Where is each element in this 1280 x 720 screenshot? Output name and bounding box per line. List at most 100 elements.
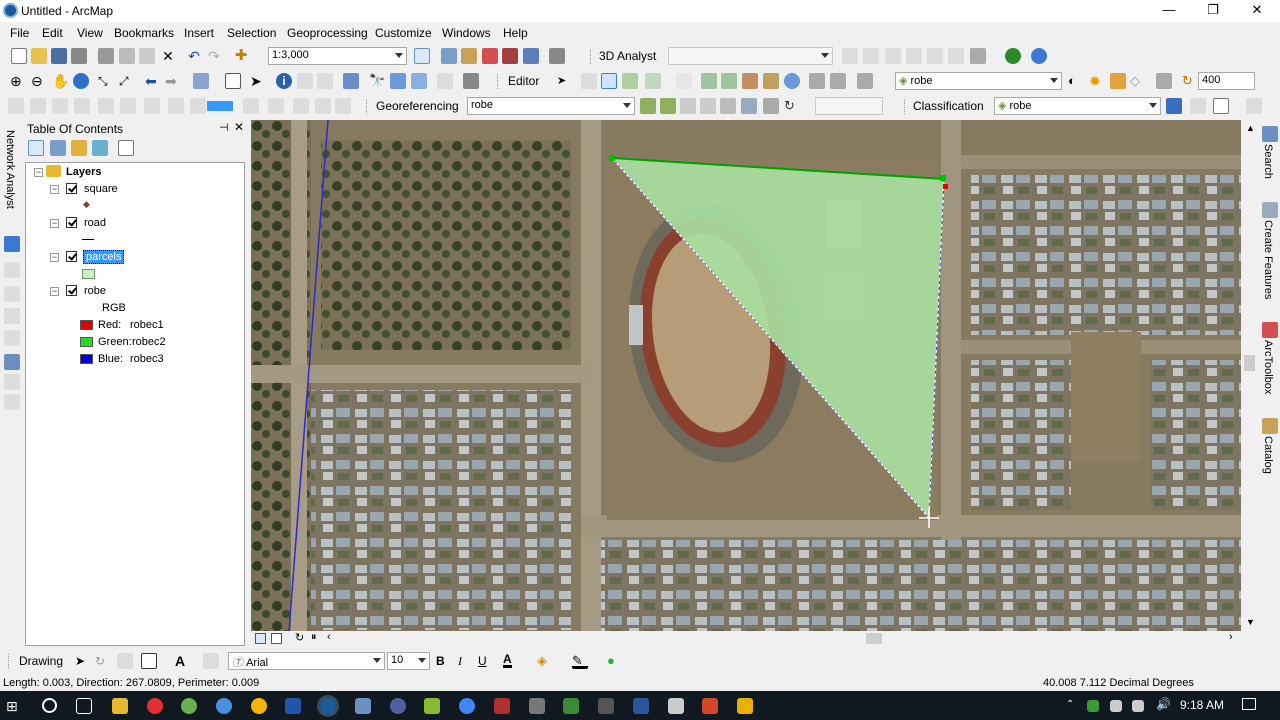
layer-parcels-selected[interactable]: parcels	[83, 250, 125, 264]
network-color-swatch[interactable]	[207, 101, 233, 111]
rotate-raster-icon[interactable]	[660, 98, 676, 114]
app-icon-7[interactable]	[390, 698, 406, 714]
scale-raster-icon[interactable]	[700, 98, 716, 114]
editor-menu-label[interactable]: Editor	[508, 74, 539, 88]
menu-file[interactable]: File	[10, 26, 29, 40]
horizontal-scroll-thumb[interactable]	[866, 633, 882, 644]
map-vertical-scrollbar[interactable]: ▲ ▼	[1242, 120, 1258, 631]
open-folder-icon[interactable]	[31, 48, 47, 64]
go-to-xy-icon[interactable]	[411, 73, 427, 89]
toolbar-options-icon[interactable]	[549, 48, 565, 64]
model-builder-icon[interactable]	[523, 48, 539, 64]
app-icon-14[interactable]	[668, 698, 684, 714]
search-circle-icon[interactable]	[42, 698, 57, 713]
layer-visibility-checkbox[interactable]	[66, 217, 77, 228]
mosaic-icon[interactable]	[8, 98, 24, 114]
classification-layer-dropdown[interactable]: ◈ robe	[994, 97, 1161, 115]
straight-segment-icon[interactable]	[601, 73, 617, 89]
select-elements-icon[interactable]: ➤	[250, 73, 266, 89]
rotation-field[interactable]	[815, 97, 883, 115]
close-button[interactable]: ✕	[1234, 0, 1280, 22]
create-features-icon[interactable]	[857, 73, 873, 89]
sketch-properties-icon[interactable]	[830, 73, 846, 89]
edit-annotation-icon[interactable]	[581, 73, 597, 89]
chrome-icon[interactable]	[251, 698, 267, 714]
app-icon-green[interactable]	[181, 698, 197, 714]
create-features-tab-icon[interactable]	[1262, 202, 1278, 218]
measure-icon[interactable]	[343, 73, 359, 89]
fill-color-icon[interactable]: ◈	[537, 653, 553, 669]
3d-analyst-label[interactable]: 3D Analyst	[599, 49, 656, 63]
layer-visibility-checkbox[interactable]	[66, 285, 77, 296]
classification-label[interactable]: Classification	[913, 99, 984, 113]
menu-help[interactable]: Help	[503, 26, 528, 40]
collapse-icon[interactable]: −	[50, 219, 59, 228]
line-of-sight-icon[interactable]	[885, 48, 901, 64]
reshape-feature-icon[interactable]	[721, 73, 737, 89]
map-view[interactable]	[251, 120, 1241, 631]
list-by-source-icon[interactable]	[50, 140, 66, 156]
effects-icon[interactable]	[1156, 73, 1172, 89]
search-tab-icon[interactable]	[1262, 126, 1278, 142]
zoom-tool-disabled-icon[interactable]	[74, 98, 90, 114]
contrast-icon[interactable]: ◐	[1068, 73, 1084, 89]
dock-tool-2-icon[interactable]	[4, 286, 20, 302]
network-flag-icon[interactable]	[120, 98, 136, 114]
tray-chevron-icon[interactable]: ⌃	[1066, 699, 1074, 710]
toc-close-icon[interactable]: ✕	[234, 120, 244, 134]
toolbar-grip[interactable]	[904, 99, 907, 114]
menu-selection[interactable]: Selection	[227, 26, 276, 40]
edit-vertices-icon[interactable]	[701, 73, 717, 89]
zoom-out-icon[interactable]: ⊖	[31, 73, 47, 89]
print-icon[interactable]	[71, 48, 87, 64]
catalog-tab[interactable]: Catalog	[1262, 436, 1274, 474]
go-back-icon[interactable]: ⬅	[145, 73, 161, 89]
scroll-right-icon[interactable]: ›	[1229, 631, 1233, 643]
profile-graph-icon[interactable]	[970, 48, 986, 64]
create-signature-icon[interactable]	[1213, 98, 1229, 114]
arctoolbox-tab[interactable]: ArcToolbox	[1262, 340, 1274, 394]
pan-tool-disabled-icon[interactable]	[52, 98, 68, 114]
collapse-icon[interactable]: −	[50, 185, 59, 194]
chrome-icon-2[interactable]	[459, 698, 475, 714]
steepest-path-icon[interactable]	[863, 48, 879, 64]
scroll-down-icon[interactable]: ▼	[1246, 617, 1255, 627]
toolbar-grip[interactable]	[366, 99, 369, 114]
cogo-icon[interactable]	[315, 98, 331, 114]
delete-icon[interactable]: ✕	[160, 48, 176, 64]
rotate-tool-icon[interactable]: ↻	[784, 98, 800, 114]
pause-drawing-icon[interactable]: ⏸	[311, 631, 317, 644]
dock-tool-4-icon[interactable]	[4, 330, 20, 346]
menu-bookmarks[interactable]: Bookmarks	[114, 26, 174, 40]
copy-icon[interactable]	[119, 48, 135, 64]
arctoolbox-icon[interactable]	[482, 48, 498, 64]
menu-insert[interactable]: Insert	[184, 26, 214, 40]
find-icon[interactable]: 🔭	[369, 73, 385, 89]
app-icon-8[interactable]	[424, 698, 440, 714]
toc-options-icon[interactable]	[118, 140, 134, 156]
rotate-element-icon[interactable]: ↻	[95, 653, 111, 669]
map-scale-dropdown[interactable]: 1:3,000	[268, 47, 407, 65]
zoom-in-icon[interactable]: ⊕	[10, 73, 26, 89]
app-icon-10[interactable]	[529, 698, 545, 714]
italic-button[interactable]: I	[458, 654, 462, 669]
acrobat-icon[interactable]	[494, 698, 510, 714]
3d-analyst-layer-dropdown[interactable]	[668, 47, 833, 65]
app-icon-11[interactable]	[563, 698, 579, 714]
network-analyst-tab[interactable]: Network Analyst	[4, 130, 16, 209]
identify-icon[interactable]: i	[276, 73, 292, 89]
network-barrier-icon[interactable]	[144, 98, 160, 114]
vertex-marker[interactable]	[940, 175, 946, 181]
bold-button[interactable]: B	[436, 654, 445, 668]
action-center-icon[interactable]	[1242, 698, 1256, 710]
vertex-marker[interactable]	[609, 155, 615, 161]
rotate-icon[interactable]	[784, 73, 800, 89]
time-slider-icon[interactable]	[437, 73, 453, 89]
layout-view-icon[interactable]	[271, 633, 282, 644]
media-icon[interactable]	[737, 698, 753, 714]
classify-icon[interactable]	[1246, 98, 1262, 114]
layer-road[interactable]: road	[84, 217, 106, 229]
search-tab[interactable]: Search	[1262, 144, 1274, 179]
volume-icon[interactable]: 🔊	[1156, 697, 1171, 711]
save-icon[interactable]	[51, 48, 67, 64]
